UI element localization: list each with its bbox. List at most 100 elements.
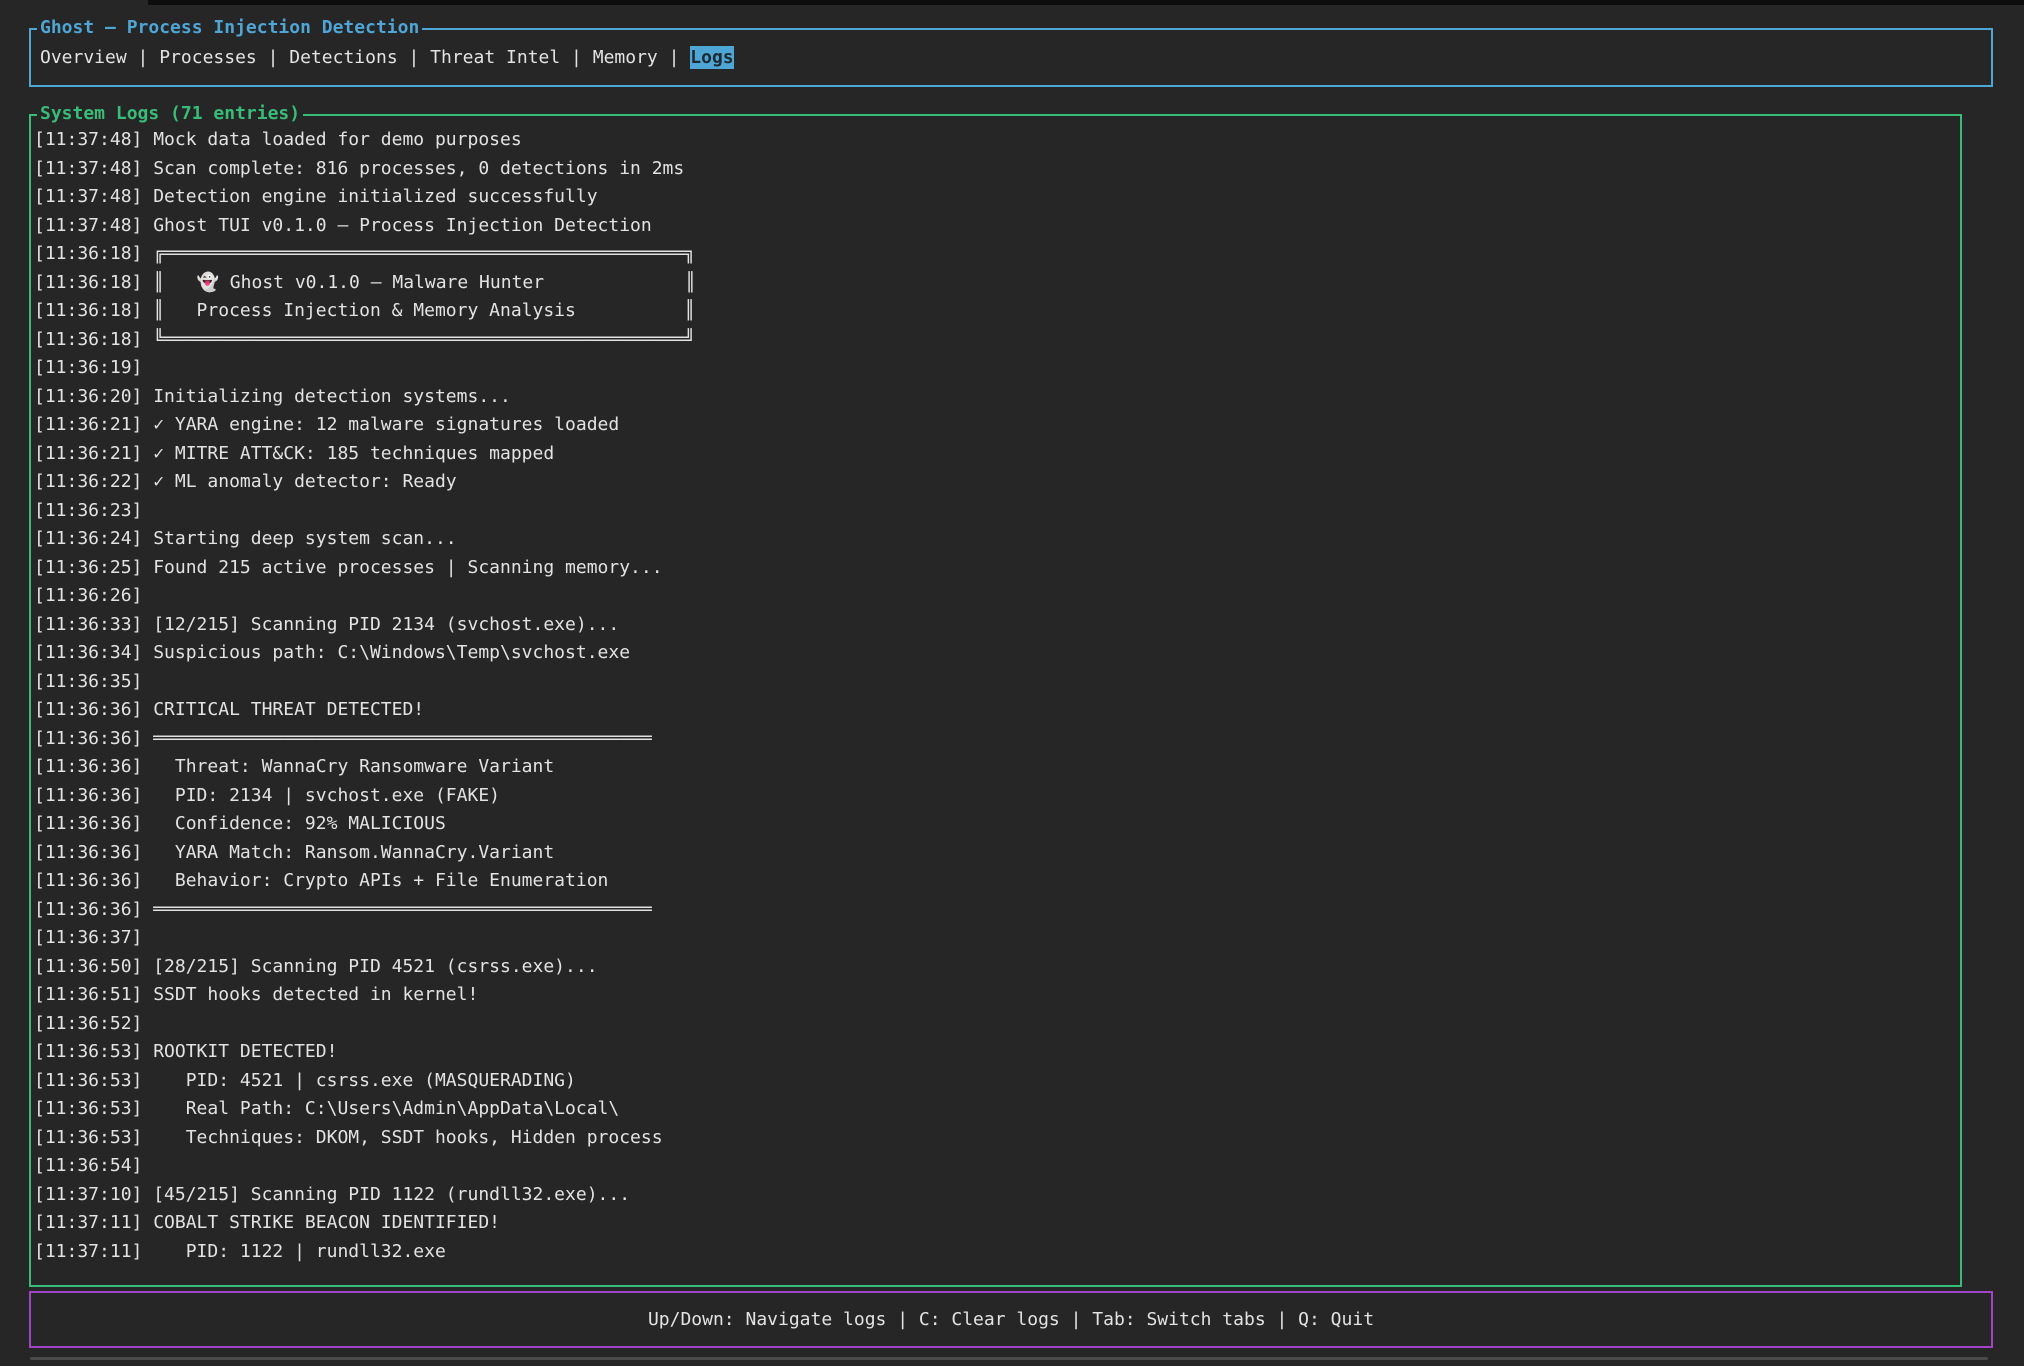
tab-divider: | [658,47,691,68]
log-timestamp: [11:37:48] [34,186,142,207]
log-entry: [11:37:48] Ghost TUI v0.1.0 — Process In… [34,212,1956,241]
log-message: ╔═══════════════════════════════════════… [142,243,695,264]
system-logs-panel: System Logs (71 entries) [11:37:48] Mock… [29,114,1962,1287]
tab-detections[interactable]: Detections [289,46,397,69]
log-timestamp: [11:36:53] [34,1070,142,1091]
log-message: CRITICAL THREAT DETECTED! [142,699,424,720]
log-entry: [11:36:51] SSDT hooks detected in kernel… [34,981,1956,1010]
log-entry: [11:36:36] ═════════════════════════════… [34,896,1956,925]
log-message: Techniques: DKOM, SSDT hooks, Hidden pro… [142,1127,662,1148]
log-entry: [11:36:25] Found 215 active processes | … [34,554,1956,583]
tab-bar: Overview | Processes | Detections | Thre… [31,46,734,69]
log-timestamp: [11:36:36] [34,785,142,806]
log-message: ✓ YARA engine: 12 malware signatures loa… [142,414,619,435]
log-entry: [11:36:52] [34,1010,1956,1039]
log-timestamp: [11:37:48] [34,158,142,179]
log-message: SSDT hooks detected in kernel! [142,984,478,1005]
log-message: ✓ MITRE ATT&CK: 185 techniques mapped [142,443,554,464]
log-message: [12/215] Scanning PID 2134 (svchost.exe)… [142,614,619,635]
log-entry: [11:36:20] Initializing detection system… [34,383,1956,412]
log-message: PID: 1122 | rundll32.exe [142,1241,445,1262]
log-entry: [11:36:23] [34,497,1956,526]
log-message: ════════════════════════════════════════… [142,899,651,920]
log-entry: [11:36:22] ✓ ML anomaly detector: Ready [34,468,1956,497]
log-entry: [11:36:36] PID: 2134 | svchost.exe (FAKE… [34,782,1956,811]
log-message: ════════════════════════════════════════… [142,728,651,749]
log-timestamp: [11:36:52] [34,1013,142,1034]
log-timestamp: [11:36:21] [34,414,142,435]
log-timestamp: [11:36:36] [34,699,142,720]
log-message: ✓ ML anomaly detector: Ready [142,471,456,492]
log-entry: [11:36:19] [34,354,1956,383]
log-message: COBALT STRIKE BEACON IDENTIFIED! [142,1212,500,1233]
tab-divider: | [560,47,593,68]
log-timestamp: [11:36:37] [34,927,142,948]
tab-overview[interactable]: Overview [40,46,127,69]
log-message: Threat: WannaCry Ransomware Variant [142,756,554,777]
log-message: Starting deep system scan... [142,528,456,549]
log-message: Mock data loaded for demo purposes [142,129,521,150]
log-timestamp: [11:36:23] [34,500,142,521]
log-timestamp: [11:36:34] [34,642,142,663]
log-timestamp: [11:36:36] [34,756,142,777]
log-timestamp: [11:37:48] [34,129,142,150]
log-entry: [11:36:21] ✓ YARA engine: 12 malware sig… [34,411,1956,440]
log-entry: [11:36:18] ║ 👻 Ghost v0.1.0 — Malware Hu… [34,269,1956,298]
app-title: Ghost — Process Injection Detection [37,17,422,39]
log-entry: [11:37:11] PID: 1122 | rundll32.exe [34,1238,1956,1267]
log-entry: [11:36:37] [34,924,1956,953]
tab-memory[interactable]: Memory [593,46,658,69]
keybinding-hints: Up/Down: Navigate logs | C: Clear logs |… [648,1309,1374,1330]
log-entry: [11:36:53] Techniques: DKOM, SSDT hooks,… [34,1124,1956,1153]
window-top-edge [148,0,2024,5]
tab-divider: | [127,47,160,68]
log-message: Real Path: C:\Users\Admin\AppData\Local\ [142,1098,619,1119]
log-entry: [11:36:53] Real Path: C:\Users\Admin\App… [34,1095,1956,1124]
log-timestamp: [11:36:51] [34,984,142,1005]
log-timestamp: [11:36:53] [34,1098,142,1119]
tab-divider: | [257,47,290,68]
log-message: ╚═══════════════════════════════════════… [142,329,695,350]
log-entry: [11:36:50] [28/215] Scanning PID 4521 (c… [34,953,1956,982]
log-entry: [11:36:18] ║ Process Injection & Memory … [34,297,1956,326]
log-entry: [11:37:10] [45/215] Scanning PID 1122 (r… [34,1181,1956,1210]
log-message: Scan complete: 816 processes, 0 detectio… [142,158,684,179]
tab-bar-panel: Ghost — Process Injection Detection Over… [29,28,1993,87]
log-entry: [11:36:24] Starting deep system scan... [34,525,1956,554]
log-timestamp: [11:36:50] [34,956,142,977]
log-timestamp: [11:36:33] [34,614,142,635]
log-entry: [11:36:35] [34,668,1956,697]
tab-processes[interactable]: Processes [159,46,257,69]
log-entry: [11:36:18] ╚════════════════════════════… [34,326,1956,355]
log-entry: [11:36:33] [12/215] Scanning PID 2134 (s… [34,611,1956,640]
log-timestamp: [11:36:54] [34,1155,142,1176]
log-timestamp: [11:36:25] [34,557,142,578]
log-entry: [11:37:48] Detection engine initialized … [34,183,1956,212]
log-timestamp: [11:36:36] [34,728,142,749]
log-message: Suspicious path: C:\Windows\Temp\svchost… [142,642,630,663]
tab-threat-intel[interactable]: Threat Intel [430,46,560,69]
log-entry: [11:36:36] Threat: WannaCry Ransomware V… [34,753,1956,782]
log-timestamp: [11:36:21] [34,443,142,464]
log-message: PID: 4521 | csrss.exe (MASQUERADING) [142,1070,575,1091]
log-timestamp: [11:36:18] [34,329,142,350]
log-scroll-area[interactable]: [11:37:48] Mock data loaded for demo pur… [31,116,1960,1285]
log-message: ║ Process Injection & Memory Analysis ║ [142,300,695,321]
log-entry: [11:36:53] PID: 4521 | csrss.exe (MASQUE… [34,1067,1956,1096]
log-timestamp: [11:36:36] [34,842,142,863]
log-entry: [11:36:36] Behavior: Crypto APIs + File … [34,867,1956,896]
log-timestamp: [11:37:11] [34,1212,142,1233]
log-message: [45/215] Scanning PID 1122 (rundll32.exe… [142,1184,630,1205]
log-timestamp: [11:36:18] [34,243,142,264]
log-entry: [11:36:34] Suspicious path: C:\Windows\T… [34,639,1956,668]
log-timestamp: [11:36:26] [34,585,142,606]
log-timestamp: [11:36:18] [34,300,142,321]
log-entry: [11:37:11] COBALT STRIKE BEACON IDENTIFI… [34,1209,1956,1238]
log-message: PID: 2134 | svchost.exe (FAKE) [142,785,500,806]
log-timestamp: [11:36:18] [34,272,142,293]
log-timestamp: [11:36:20] [34,386,142,407]
log-entry: [11:36:26] [34,582,1956,611]
tab-logs[interactable]: Logs [690,46,733,69]
log-entry: [11:36:18] ╔════════════════════════════… [34,240,1956,269]
log-timestamp: [11:36:22] [34,471,142,492]
